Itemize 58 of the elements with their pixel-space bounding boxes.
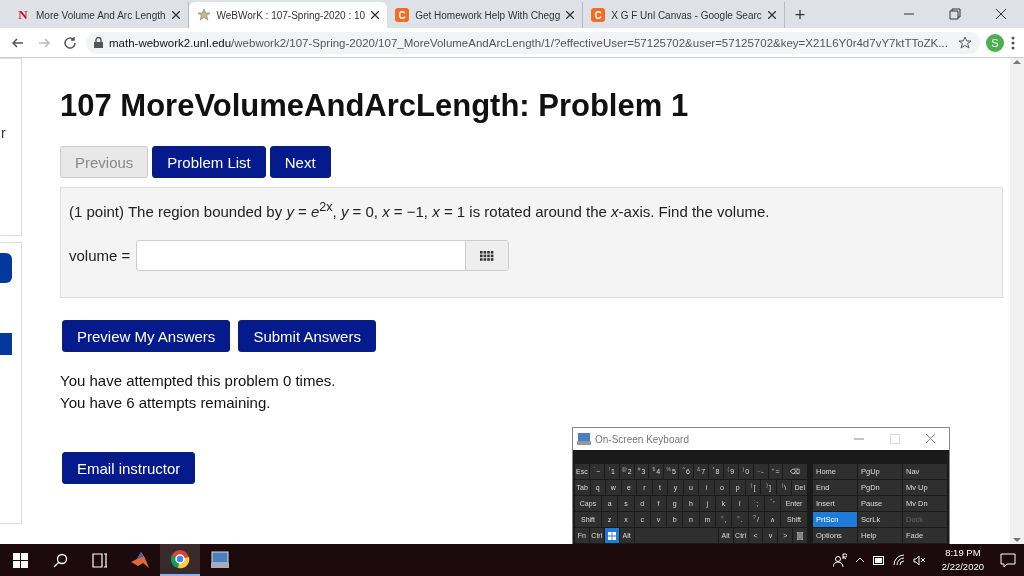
- answer-field[interactable]: [136, 240, 510, 271]
- lock-icon: [94, 37, 103, 48]
- action-button[interactable]: Preview My Answers: [62, 320, 231, 352]
- site-logo: N: [17, 8, 29, 22]
- browser-tab[interactable]: C X G F Unl Canvas - Google Searc: [583, 2, 785, 28]
- close-icon[interactable]: [566, 11, 575, 19]
- problem-text: (1 point) The region bounded by y = e$^{2x}$, y = 0, x = −1, x = 1 is rotated around the x-axis. Find the volume.: [69, 200, 771, 220]
- matlab-icon: [130, 551, 150, 569]
- sidebar-text: r: [1, 125, 6, 141]
- clock[interactable]: 8:19 PM 2/22/2020: [941, 546, 984, 574]
- muted-speaker-icon[interactable]: [912, 554, 926, 566]
- close-icon[interactable]: [371, 11, 380, 19]
- bookmark-star-icon[interactable]: [958, 35, 972, 50]
- action-button[interactable]: Submit Answers: [238, 320, 376, 352]
- caret-up-icon[interactable]: [854, 557, 865, 563]
- monitor-icon: [210, 551, 230, 569]
- scrollbar[interactable]: [1010, 58, 1024, 544]
- status-message: You have 6 attempts remaining.: [60, 393, 272, 413]
- nav-button[interactable]: Next: [269, 146, 331, 178]
- browser-tab[interactable]: WeBWorK : 107-Spring-2020 : 10: [188, 2, 388, 28]
- sidebar-button[interactable]: [0, 253, 12, 283]
- address-bar[interactable]: math-webwork2.unl.edu/webwork2/107-Spring-2020/107_MoreVolumeAndArcLength/1/?effectiveUser=57125702&user=57125702&key=X21L6Y0r4d7vY7ktTToZK...: [86, 31, 980, 54]
- windows-icon: [607, 531, 616, 540]
- scroll-up-icon[interactable]: [1013, 58, 1021, 66]
- palette-button[interactable]: [465, 241, 509, 270]
- window-title: On-Screen Keyboard: [595, 433, 689, 445]
- email-button[interactable]: Email instructor: [62, 452, 196, 484]
- new-tab-button[interactable]: +: [784, 2, 816, 28]
- chrome-icon: [170, 549, 190, 569]
- people-icon[interactable]: [832, 553, 847, 567]
- wifi-icon[interactable]: [892, 554, 905, 566]
- notification-icon[interactable]: [1000, 552, 1016, 568]
- search-icon: [52, 552, 68, 568]
- site-logo: C: [591, 8, 606, 22]
- time-text: 8:19 PM: [945, 546, 981, 560]
- site-logo: C: [395, 8, 410, 22]
- menu-key[interactable]: [793, 528, 807, 543]
- nav-button[interactable]: Problem List: [152, 146, 266, 178]
- grid-icon: [480, 250, 495, 261]
- battery-icon[interactable]: [872, 555, 885, 565]
- answer-label: volume =: [69, 247, 131, 264]
- page-title: 107 MoreVolumeAndArcLength: Problem 1: [60, 88, 690, 124]
- task-view-icon: [92, 552, 108, 568]
- maximize-icon: [890, 434, 900, 444]
- windows-icon: [12, 552, 28, 568]
- star-icon: [196, 8, 211, 22]
- windows-key[interactable]: [604, 528, 619, 543]
- close-icon[interactable]: [767, 11, 776, 19]
- taskbar-app[interactable]: [160, 544, 200, 576]
- menu-icon[interactable]: [1010, 34, 1016, 51]
- status-message: You have attempted this problem 0 times.: [60, 371, 337, 391]
- date-text: 2/22/2020: [941, 560, 984, 574]
- keyboard-app-icon: [577, 433, 591, 445]
- menu-icon: [797, 531, 804, 540]
- close-icon[interactable]: [171, 11, 180, 19]
- browser-tab[interactable]: C Get Homework Help With Chegg: [387, 2, 584, 28]
- browser-tab[interactable]: N More Volume And Arc Length: [8, 2, 189, 28]
- url-text: math-webwork2.unl.edu/webwork2/107-Spring-2020/107_MoreVolumeAndArcLength/1/?effectiveUser=57125702&user=57125702&key=X21L6Y0r4d7vY7ktTToZK...: [109, 36, 948, 49]
